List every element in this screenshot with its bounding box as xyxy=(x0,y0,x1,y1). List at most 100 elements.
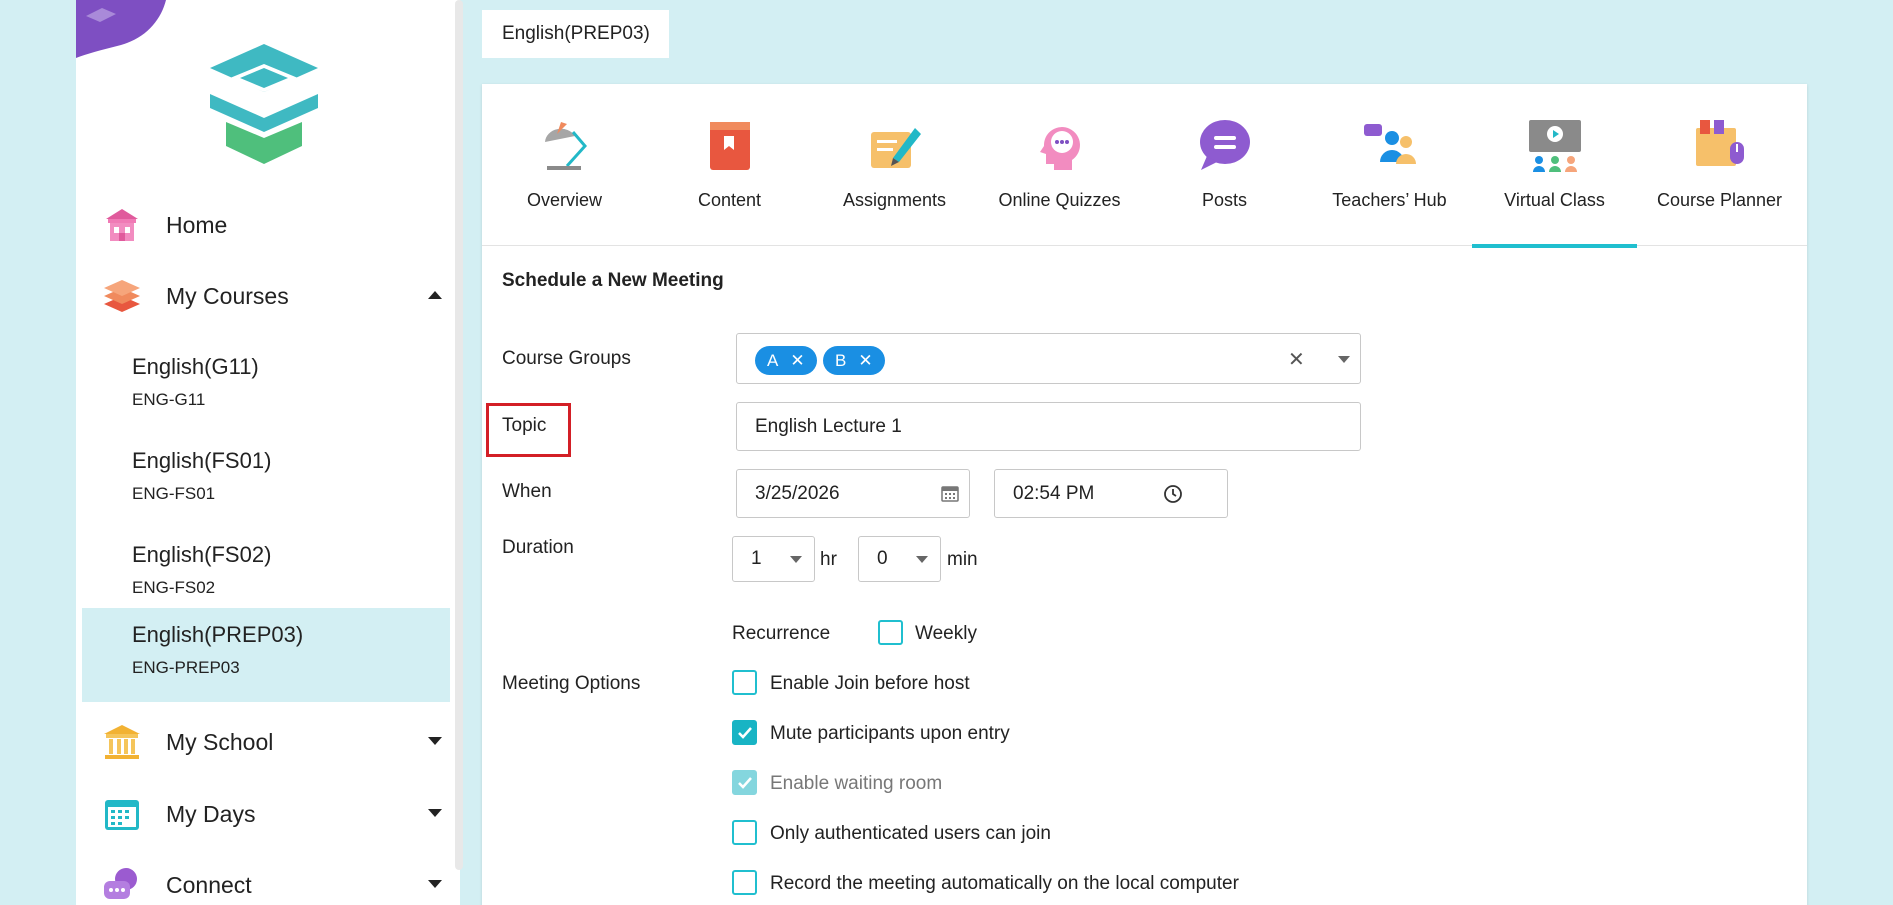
chevron-down-icon[interactable] xyxy=(1338,356,1350,363)
remove-tag-icon[interactable]: ✕ xyxy=(790,351,804,371)
recurrence-label: Recurrence xyxy=(732,623,831,644)
chevron-down-icon[interactable] xyxy=(428,737,442,745)
nav-connect-label: Connect xyxy=(166,871,252,898)
chat-bubbles-icon xyxy=(100,863,144,905)
topic-input[interactable]: English Lecture 1 xyxy=(736,402,1361,451)
group-tag[interactable]: A ✕ xyxy=(755,346,817,375)
assignment-pen-icon xyxy=(871,128,921,168)
remove-tag-icon[interactable]: ✕ xyxy=(858,351,872,371)
tab-assignments[interactable]: Assignments xyxy=(812,84,977,246)
checkmark-icon xyxy=(738,727,752,739)
waiting-room-label: Enable waiting room xyxy=(770,773,943,794)
topic-label: Topic xyxy=(502,415,547,436)
tab-course-planner[interactable]: Course Planner xyxy=(1637,84,1802,246)
auto-record-label: Record the meeting automatically on the … xyxy=(770,873,1239,894)
time-value: 02:54 PM xyxy=(1013,482,1095,504)
book-icon xyxy=(710,122,750,170)
nav-my-courses[interactable]: My Courses xyxy=(100,269,450,323)
minutes-unit: min xyxy=(947,549,978,570)
tab-overview[interactable]: Overview xyxy=(482,84,647,246)
school-logo-icon xyxy=(210,44,318,164)
duration-hours-select[interactable]: 1 xyxy=(732,536,815,582)
form-title: Schedule a New Meeting xyxy=(502,270,724,291)
nav-home[interactable]: Home xyxy=(100,198,450,252)
corner-badge-icon xyxy=(76,0,166,58)
course-name: English(FS01) xyxy=(132,448,272,473)
checkmark-icon xyxy=(738,777,752,789)
authenticated-only-label: Only authenticated users can join xyxy=(770,823,1051,844)
date-value: 3/25/2026 xyxy=(755,482,840,504)
virtual-classroom-icon xyxy=(1529,120,1581,172)
tab-virtual-class[interactable]: Virtual Class xyxy=(1472,84,1637,248)
auto-record-checkbox[interactable] xyxy=(732,870,757,895)
home-icon xyxy=(100,203,144,247)
desk-lamp-icon xyxy=(545,122,587,170)
duration-minutes-select[interactable]: 0 xyxy=(858,536,941,582)
chevron-down-icon[interactable] xyxy=(428,880,442,888)
tab-online-quizzes[interactable]: Online Quizzes xyxy=(977,84,1142,246)
tab-label: Assignments xyxy=(842,190,947,210)
join-before-host-checkbox[interactable] xyxy=(732,670,757,695)
tab-label: Virtual Class xyxy=(1504,190,1605,210)
duration-label: Duration xyxy=(502,537,574,558)
tab-label: Course Planner xyxy=(1656,190,1783,210)
nav-my-days-label: My Days xyxy=(166,800,256,827)
calendar-icon[interactable] xyxy=(941,484,959,502)
course-name: English(G11) xyxy=(132,354,259,379)
hours-value: 1 xyxy=(751,548,762,569)
course-item-g11[interactable]: English(G11) ENG-G11 xyxy=(82,340,450,434)
course-code: ENG-PREP03 xyxy=(132,658,240,677)
clock-icon[interactable] xyxy=(1163,484,1183,504)
authenticated-only-checkbox[interactable] xyxy=(732,820,757,845)
meeting-options-label: Meeting Options xyxy=(502,673,641,694)
sidebar-scrollbar[interactable] xyxy=(455,0,463,870)
nav-my-school-label: My School xyxy=(166,728,274,755)
group-tag-label: B xyxy=(835,350,847,370)
nav-my-days[interactable]: My Days xyxy=(100,787,450,841)
course-panel: Overview Content Assignments Online Quiz… xyxy=(482,84,1807,905)
weekly-checkbox[interactable] xyxy=(878,620,903,645)
nav-my-courses-label: My Courses xyxy=(166,282,289,309)
school-building-icon xyxy=(100,720,144,764)
nav-my-school[interactable]: My School xyxy=(100,715,450,769)
course-name: English(PREP03) xyxy=(132,622,304,647)
tab-label: Online Quizzes xyxy=(998,190,1121,210)
chevron-down-icon[interactable] xyxy=(428,809,442,817)
books-icon xyxy=(100,274,144,318)
group-tag[interactable]: B ✕ xyxy=(823,346,885,375)
course-code: ENG-FS01 xyxy=(132,484,216,503)
calendar-icon xyxy=(100,792,144,836)
tab-posts[interactable]: Posts xyxy=(1142,84,1307,246)
head-thought-icon xyxy=(1040,127,1080,170)
nav-connect[interactable]: Connect xyxy=(100,858,450,905)
date-input[interactable]: 3/25/2026 xyxy=(736,469,970,518)
tab-teachers-hub[interactable]: Teachers’ Hub xyxy=(1307,84,1472,246)
current-course-tab[interactable]: English(PREP03) xyxy=(482,10,669,58)
course-name: English(FS02) xyxy=(132,542,272,567)
hours-unit: hr xyxy=(820,549,837,570)
speech-bubble-icon xyxy=(1200,120,1250,170)
course-groups-label: Course Groups xyxy=(502,348,631,369)
weekly-label: Weekly xyxy=(915,623,977,644)
tab-label: Posts xyxy=(1201,190,1248,210)
group-tag-label: A xyxy=(767,350,779,370)
tab-content[interactable]: Content xyxy=(647,84,812,246)
chevron-down-icon xyxy=(916,556,928,563)
course-item-fs01[interactable]: English(FS01) ENG-FS01 xyxy=(82,434,450,528)
minutes-value: 0 xyxy=(877,548,888,569)
course-groups-select[interactable]: A ✕ B ✕ ✕ xyxy=(736,333,1361,384)
nav-home-label: Home xyxy=(166,211,228,238)
time-input[interactable]: 02:54 PM xyxy=(994,469,1228,518)
tab-label: Content xyxy=(697,190,762,210)
course-code: ENG-FS02 xyxy=(132,578,216,597)
chevron-up-icon[interactable] xyxy=(428,291,442,299)
planner-folder-icon xyxy=(1696,120,1744,166)
chevron-down-icon xyxy=(790,556,802,563)
mute-on-entry-checkbox[interactable] xyxy=(732,720,757,745)
teachers-group-icon xyxy=(1364,124,1416,164)
course-item-prep03[interactable]: English(PREP03) ENG-PREP03 xyxy=(82,608,450,702)
when-label: When xyxy=(502,481,552,502)
tab-label: Teachers’ Hub xyxy=(1332,190,1447,210)
mute-on-entry-label: Mute participants upon entry xyxy=(770,723,1010,744)
clear-selection-icon[interactable]: ✕ xyxy=(1288,347,1305,372)
